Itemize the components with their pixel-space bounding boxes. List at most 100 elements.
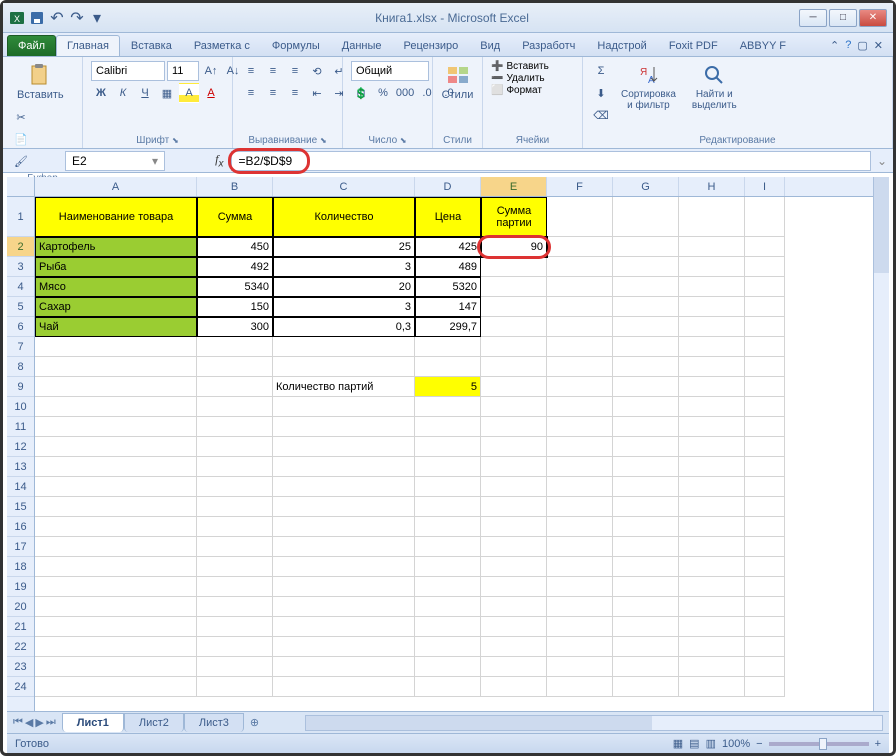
cell-I2[interactable] — [745, 237, 785, 257]
formula-input[interactable]: =B2/$D$9 — [231, 151, 870, 171]
tab-developer[interactable]: Разработч — [511, 35, 586, 56]
fx-icon[interactable]: fx — [207, 152, 231, 169]
format-cells-button[interactable]: ⬜Формат — [491, 85, 542, 96]
redo-icon[interactable]: ↷ — [69, 10, 85, 26]
font-name-select[interactable] — [91, 61, 165, 81]
cell-C5[interactable]: 3 — [273, 297, 415, 317]
cell-D9[interactable]: 5 — [415, 377, 481, 397]
cell-D1[interactable]: Цена — [415, 197, 481, 237]
format-painter-icon[interactable]: 🖌 — [11, 151, 31, 171]
cell-I1[interactable] — [745, 197, 785, 237]
align-left-icon[interactable]: ≡ — [241, 83, 261, 103]
sheet-tab-2[interactable]: Лист2 — [124, 713, 184, 732]
cell-C2[interactable]: 25 — [273, 237, 415, 257]
zoom-slider[interactable] — [769, 742, 869, 746]
maximize-button[interactable]: □ — [829, 9, 857, 27]
fill-icon[interactable]: ⬇ — [591, 83, 611, 103]
cell-E2[interactable]: 90 — [481, 237, 547, 257]
cell-G2[interactable] — [613, 237, 679, 257]
row-header-2[interactable]: 2 — [7, 237, 34, 257]
row-header-17[interactable]: 17 — [7, 537, 34, 557]
cell-A3[interactable]: Рыба — [35, 257, 197, 277]
zoom-thumb[interactable] — [819, 738, 827, 750]
row-header-8[interactable]: 8 — [7, 357, 34, 377]
cell-F1[interactable] — [547, 197, 613, 237]
row-header-16[interactable]: 16 — [7, 517, 34, 537]
cell-D5[interactable]: 147 — [415, 297, 481, 317]
zoom-out-icon[interactable]: − — [756, 738, 762, 750]
cell-A4[interactable]: Мясо — [35, 277, 197, 297]
col-header-C[interactable]: C — [273, 177, 415, 196]
tab-insert[interactable]: Вставка — [120, 35, 183, 56]
align-bottom-icon[interactable]: ≡ — [285, 61, 305, 81]
new-sheet-icon[interactable]: ⊕ — [244, 716, 265, 729]
font-size-select[interactable] — [167, 61, 199, 81]
percent-icon[interactable]: % — [373, 83, 393, 103]
cell-B6[interactable]: 300 — [197, 317, 273, 337]
zoom-in-icon[interactable]: + — [875, 738, 881, 750]
col-header-G[interactable]: G — [613, 177, 679, 196]
tab-addins[interactable]: Надстрой — [586, 35, 657, 56]
row-header-1[interactable]: 1 — [7, 197, 34, 237]
view-layout-icon[interactable]: ▤ — [689, 737, 699, 750]
horizontal-scrollbar[interactable] — [305, 715, 883, 731]
cell-C1[interactable]: Количество — [273, 197, 415, 237]
cell-B5[interactable]: 150 — [197, 297, 273, 317]
align-launcher-icon[interactable]: ⬊ — [320, 136, 327, 145]
row-header-5[interactable]: 5 — [7, 297, 34, 317]
cell-E3[interactable] — [481, 257, 547, 277]
sheet-next-icon[interactable]: ▶ — [35, 716, 43, 729]
sheet-tab-1[interactable]: Лист1 — [62, 713, 124, 732]
cell-B2[interactable]: 450 — [197, 237, 273, 257]
col-header-A[interactable]: A — [35, 177, 197, 196]
cell-D4[interactable]: 5320 — [415, 277, 481, 297]
cell-A2[interactable]: Картофель — [35, 237, 197, 257]
cell-E5[interactable] — [481, 297, 547, 317]
autosum-icon[interactable]: Σ — [591, 61, 611, 81]
copy-icon[interactable]: 📄 — [11, 129, 31, 149]
increase-font-icon[interactable]: A↑ — [201, 61, 221, 81]
cell-B4[interactable]: 5340 — [197, 277, 273, 297]
view-normal-icon[interactable]: ▦ — [673, 737, 683, 750]
tab-formulas[interactable]: Формулы — [261, 35, 331, 56]
vscroll-thumb[interactable] — [874, 177, 889, 273]
cell-C4[interactable]: 20 — [273, 277, 415, 297]
row-header-15[interactable]: 15 — [7, 497, 34, 517]
tab-home[interactable]: Главная — [56, 35, 120, 56]
cut-icon[interactable]: ✂ — [11, 107, 31, 127]
delete-cells-button[interactable]: ➖Удалить — [491, 73, 545, 84]
underline-icon[interactable]: Ч — [135, 83, 155, 103]
cell-E6[interactable] — [481, 317, 547, 337]
number-launcher-icon[interactable]: ⬊ — [400, 136, 407, 145]
orientation-icon[interactable]: ⟲ — [307, 61, 327, 81]
col-header-E[interactable]: E — [481, 177, 547, 196]
italic-icon[interactable]: К — [113, 83, 133, 103]
col-header-D[interactable]: D — [415, 177, 481, 196]
cell-B1[interactable]: Сумма — [197, 197, 273, 237]
row-header-7[interactable]: 7 — [7, 337, 34, 357]
save-icon[interactable] — [29, 10, 45, 26]
comma-icon[interactable]: 000 — [395, 83, 415, 103]
cell-H1[interactable] — [679, 197, 745, 237]
row-header-9[interactable]: 9 — [7, 377, 34, 397]
minimize-ribbon-icon[interactable]: ⌃ — [830, 39, 839, 52]
row-header-3[interactable]: 3 — [7, 257, 34, 277]
row-header-21[interactable]: 21 — [7, 617, 34, 637]
window-x-icon[interactable]: ✕ — [874, 39, 883, 52]
bold-icon[interactable]: Ж — [91, 83, 111, 103]
tab-file[interactable]: Файл — [7, 35, 56, 56]
sheet-tab-3[interactable]: Лист3 — [184, 713, 244, 732]
tab-foxit[interactable]: Foxit PDF — [658, 35, 729, 56]
row-header-6[interactable]: 6 — [7, 317, 34, 337]
zoom-level[interactable]: 100% — [722, 738, 750, 750]
view-pagebreak-icon[interactable]: ▥ — [706, 737, 716, 750]
col-header-B[interactable]: B — [197, 177, 273, 196]
row-header-20[interactable]: 20 — [7, 597, 34, 617]
tab-data[interactable]: Данные — [331, 35, 393, 56]
cell-F2[interactable] — [547, 237, 613, 257]
row-header-11[interactable]: 11 — [7, 417, 34, 437]
clear-icon[interactable]: ⌫ — [591, 105, 611, 125]
cell-A1[interactable]: Наименование товара — [35, 197, 197, 237]
tab-review[interactable]: Рецензиро — [393, 35, 470, 56]
fill-color-icon[interactable]: A — [179, 83, 199, 103]
